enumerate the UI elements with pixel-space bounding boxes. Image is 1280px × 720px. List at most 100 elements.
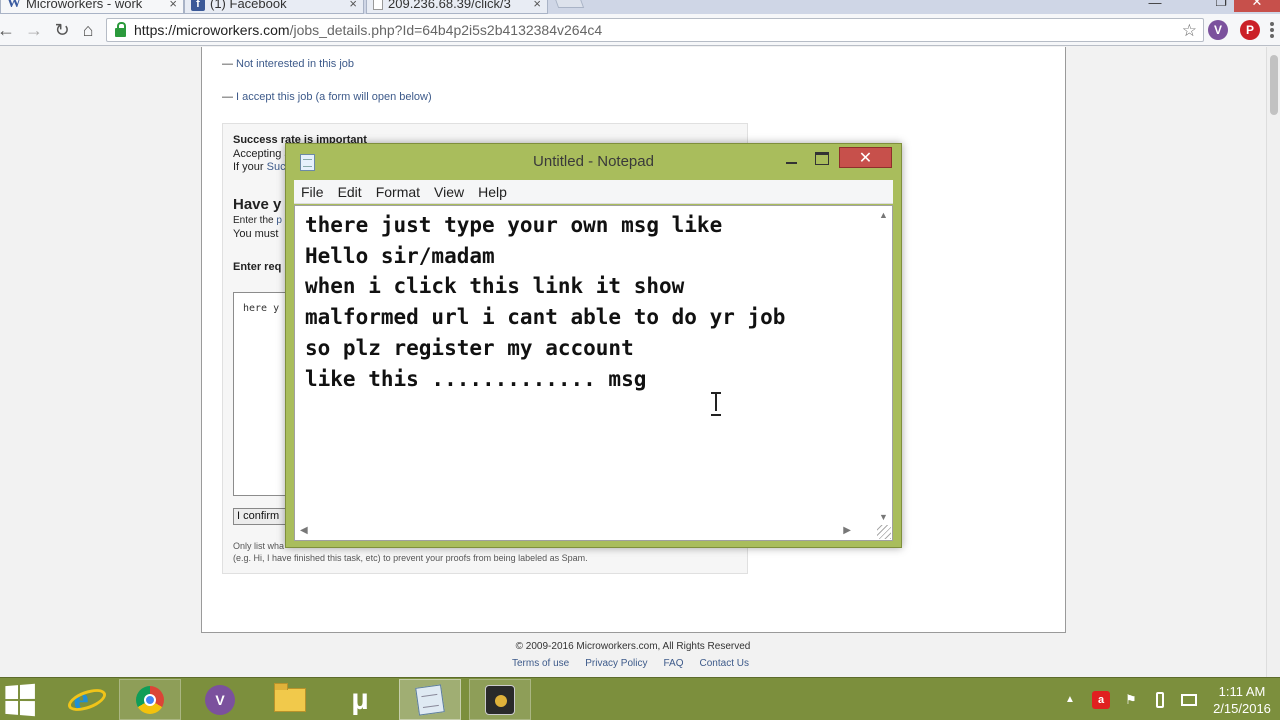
contact-link[interactable]: Contact Us <box>700 658 749 669</box>
address-bar[interactable]: https://microworkers.com/jobs_details.ph… <box>106 18 1204 42</box>
tab-title: (1) Facebook <box>210 0 287 11</box>
page-scrollbar[interactable] <box>1266 47 1280 677</box>
enter-required-label: Enter req <box>233 261 282 273</box>
tab-close-icon[interactable]: × <box>533 0 541 11</box>
scrollbar-thumb[interactable] <box>1270 55 1278 115</box>
taskbar-chrome[interactable] <box>119 679 181 720</box>
confirm-button[interactable]: I confirm <box>233 508 293 525</box>
tab-microworkers[interactable]: W Microworkers - work × <box>0 0 184 14</box>
scroll-down-icon[interactable]: ▼ <box>879 512 888 522</box>
notepad-maximize-icon[interactable] <box>808 148 836 169</box>
system-clock[interactable]: 1:11 AM 2/15/2016 <box>1206 683 1278 717</box>
scroll-up-icon[interactable]: ▲ <box>879 210 888 220</box>
forward-icon[interactable]: → <box>24 20 44 40</box>
not-interested-link[interactable]: — Not interested in this job <box>222 58 354 70</box>
notepad-menubar: File Edit Format View Help <box>294 180 893 204</box>
tab-close-icon[interactable]: × <box>169 0 177 11</box>
resize-grip-icon[interactable] <box>877 525 891 539</box>
tab-strip: W Microworkers - work × f (1) Facebook ×… <box>0 0 1280 14</box>
viber-icon: V <box>205 684 235 715</box>
text-cursor-icon <box>711 391 721 416</box>
window-restore-icon[interactable]: ❐ <box>1206 0 1236 12</box>
notepad-minimize-icon[interactable] <box>778 148 804 169</box>
notepad-window: Untitled - Notepad ✕ File Edit Format Vi… <box>285 143 902 548</box>
faq-link[interactable]: FAQ <box>664 658 684 669</box>
tab-click-link[interactable]: 209.236.68.39/click/3 × <box>366 0 548 14</box>
windows-logo-icon <box>5 683 35 716</box>
footer-links: Terms of use Privacy Policy FAQ Contact … <box>512 658 749 669</box>
browser-toolbar: ← → ↻ ⌂ https://microworkers.com/jobs_de… <box>0 14 1280 46</box>
new-tab-button[interactable] <box>553 0 585 8</box>
tab-facebook[interactable]: f (1) Facebook × <box>184 0 364 14</box>
webcam-icon <box>485 684 515 715</box>
proof-placeholder: here y <box>243 303 280 314</box>
notepad-titlebar[interactable]: Untitled - Notepad ✕ <box>286 144 901 178</box>
url-host: https://microworkers.com <box>134 22 290 38</box>
scroll-right-icon[interactable]: ▶ <box>843 525 851 536</box>
notepad-text-area[interactable]: there just type your own msg like Hello … <box>294 205 893 541</box>
accepting-text: Accepting a <box>233 148 291 160</box>
url-path: /jobs_details.php?Id=64b4p2i5s2b4132384v… <box>289 22 603 38</box>
internet-explorer-icon: e <box>73 680 89 718</box>
notepad-icon <box>415 683 445 716</box>
star-icon[interactable]: ☆ <box>1182 21 1197 41</box>
microworkers-favicon-icon: W <box>7 0 21 11</box>
avira-tray[interactable]: a <box>1090 678 1112 720</box>
menu-help[interactable]: Help <box>471 184 514 200</box>
start-button[interactable] <box>0 679 38 720</box>
show-hidden-icons-icon[interactable]: ▲ <box>1062 678 1078 720</box>
footer-copyright: © 2009-2016 Microworkers.com, All Rights… <box>515 641 751 652</box>
tab-close-icon[interactable]: × <box>349 0 357 11</box>
taskbar-internet-explorer[interactable]: e <box>50 679 112 720</box>
taskbar-file-explorer[interactable] <box>259 679 321 720</box>
menu-format[interactable]: Format <box>369 184 427 200</box>
taskbar-utorrent[interactable]: µ <box>329 679 391 720</box>
taskbar-webcam[interactable] <box>469 679 531 720</box>
power-tray[interactable] <box>1150 678 1170 720</box>
window-minimize-icon[interactable]: — <box>1140 0 1170 12</box>
utorrent-icon: µ <box>351 682 369 716</box>
facebook-favicon-icon: f <box>191 0 205 11</box>
notepad-close-icon[interactable]: ✕ <box>839 147 892 168</box>
success-rate-link[interactable]: Suc <box>267 161 286 173</box>
taskbar-notepad[interactable] <box>399 679 461 720</box>
only-list-note: Only list wha <box>233 541 285 551</box>
battery-icon <box>1156 691 1164 708</box>
clock-time: 1:11 AM <box>1218 684 1266 699</box>
scroll-left-icon[interactable]: ◀ <box>300 525 308 536</box>
home-icon[interactable]: ⌂ <box>78 20 98 40</box>
spam-note: (e.g. Hi, I have finished this task, etc… <box>233 553 588 563</box>
tab-title: Microworkers - work <box>26 0 143 11</box>
chrome-icon <box>136 685 164 714</box>
notepad-text: there just type your own msg like Hello … <box>305 213 786 391</box>
reload-icon[interactable]: ↻ <box>52 20 72 40</box>
network-icon <box>1181 693 1197 706</box>
taskbar-viber[interactable]: V <box>189 679 251 720</box>
menu-view[interactable]: View <box>427 184 471 200</box>
back-icon[interactable]: ← <box>0 20 16 40</box>
clock-date: 2/15/2016 <box>1213 701 1271 716</box>
if-your-text: If your Suc <box>233 161 286 173</box>
privacy-link[interactable]: Privacy Policy <box>585 658 647 669</box>
action-center-flag-icon[interactable]: ⚑ <box>1120 678 1142 720</box>
menu-file[interactable]: File <box>294 184 331 200</box>
avira-icon: a <box>1092 690 1110 709</box>
have-heading: Have y <box>233 196 282 213</box>
pinterest-extension-icon[interactable]: P <box>1240 20 1260 40</box>
taskbar: e V µ ▲ a ⚑ 1:11 AM 2/15/2016 <box>0 677 1280 720</box>
you-must-text: You must <box>233 228 279 240</box>
window-close-icon[interactable]: ✕ <box>1234 0 1280 12</box>
lock-icon <box>115 21 126 37</box>
network-tray[interactable] <box>1178 678 1200 720</box>
menu-edit[interactable]: Edit <box>331 184 369 200</box>
enter-the-text: Enter the p <box>233 215 282 226</box>
terms-link[interactable]: Terms of use <box>512 658 569 669</box>
viber-extension-icon[interactable]: V <box>1208 20 1228 40</box>
document-favicon-icon <box>373 0 383 10</box>
accept-job-link[interactable]: — I accept this job (a form will open bel… <box>222 91 432 103</box>
folder-icon <box>274 682 306 712</box>
notepad-vertical-scrollbar[interactable]: ▲ ▼ <box>875 206 892 524</box>
notepad-horizontal-scrollbar[interactable]: ◀ ▶ <box>295 523 875 540</box>
menu-icon[interactable] <box>1270 22 1274 38</box>
tab-title: 209.236.68.39/click/3 <box>388 0 511 11</box>
